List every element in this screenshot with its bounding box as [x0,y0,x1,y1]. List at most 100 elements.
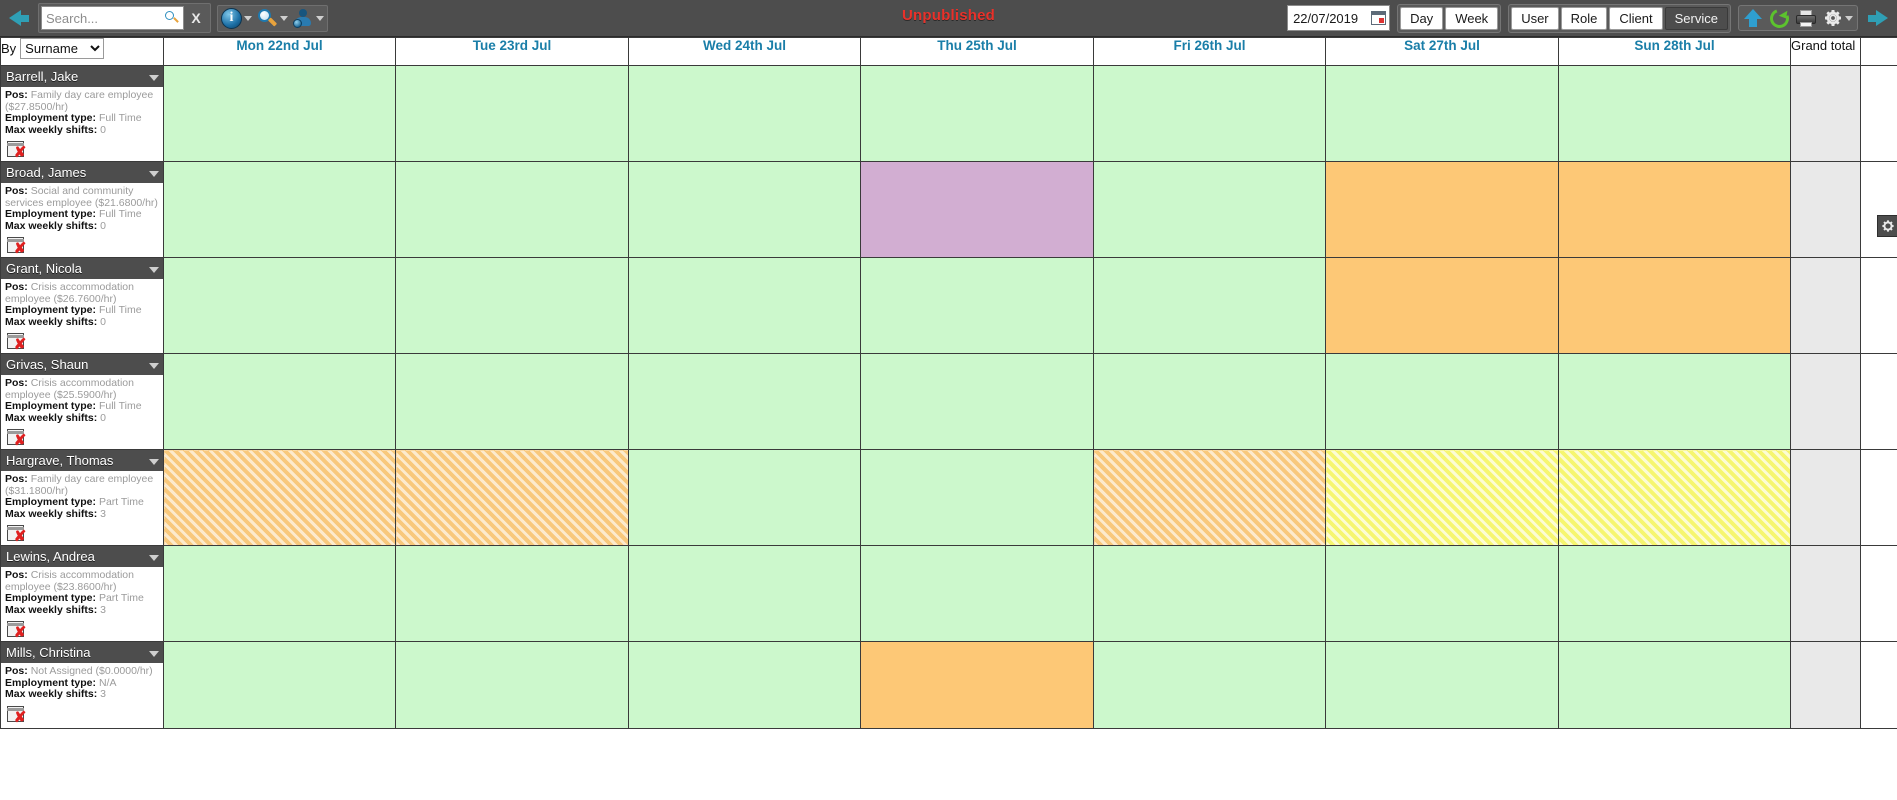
calendar-icon[interactable] [1371,11,1387,25]
no-availability-icon[interactable]: ✘ [7,524,27,544]
info-button[interactable]: i [219,7,254,29]
shift-cell[interactable] [395,65,629,162]
shift-cell[interactable] [860,257,1094,354]
employee-name[interactable]: Hargrave, Thomas [1,450,163,471]
shift-cell[interactable] [1325,449,1559,546]
shift-cell[interactable] [163,161,396,258]
date-field-wrap[interactable] [1287,5,1391,31]
no-availability-icon[interactable]: ✘ [7,236,27,256]
chevron-down-icon[interactable] [316,15,324,21]
user-search-button[interactable] [291,8,326,29]
chevron-down-icon[interactable] [149,171,159,177]
no-availability-icon[interactable]: ✘ [7,705,27,725]
forward-arrow-icon[interactable] [1865,4,1891,32]
shift-cell[interactable] [628,257,861,354]
shift-cell[interactable] [1325,545,1559,642]
shift-cell[interactable] [1093,641,1326,729]
chevron-down-icon[interactable] [1845,15,1853,21]
no-availability-icon[interactable]: ✘ [7,332,27,352]
shift-cell[interactable] [1325,641,1559,729]
day-header-wed[interactable]: Wed 24th Jul [628,37,861,66]
shift-cell[interactable] [395,449,629,546]
shift-cell[interactable] [860,65,1094,162]
shift-cell[interactable] [1325,65,1559,162]
day-header-sat[interactable]: Sat 27th Jul [1325,37,1559,66]
group-mode-client[interactable]: Client [1609,6,1663,30]
side-panel-toggle[interactable] [1877,215,1897,237]
shift-cell[interactable] [395,641,629,729]
shift-cell[interactable] [1325,257,1559,354]
employee-name[interactable]: Mills, Christina [1,642,163,663]
employee-name[interactable]: Grant, Nicola [1,258,163,279]
shift-cell[interactable] [1325,353,1559,450]
shift-cell[interactable] [628,449,861,546]
shift-cell[interactable] [395,257,629,354]
shift-cell[interactable] [163,65,396,162]
clear-search-button[interactable]: X [184,6,208,30]
shift-cell[interactable] [860,545,1094,642]
shift-cell[interactable] [1093,545,1326,642]
shift-cell[interactable] [860,353,1094,450]
date-input[interactable] [1291,9,1372,27]
shift-cell[interactable] [1558,161,1791,258]
shift-cell[interactable] [1093,65,1326,162]
print-icon[interactable] [1796,9,1816,27]
employee-name[interactable]: Broad, James [1,162,163,183]
shift-cell[interactable] [628,65,861,162]
employee-name[interactable]: Grivas, Shaun [1,354,163,375]
shift-cell[interactable] [1093,353,1326,450]
publish-up-icon[interactable] [1743,8,1763,28]
shift-cell[interactable] [1093,161,1326,258]
shift-cell[interactable] [1558,65,1791,162]
find-button[interactable] [255,8,290,29]
shift-cell[interactable] [860,449,1094,546]
no-availability-icon[interactable]: ✘ [7,140,27,160]
shift-cell[interactable] [163,641,396,729]
shift-cell[interactable] [395,545,629,642]
group-mode-user[interactable]: User [1511,6,1559,30]
view-mode-week[interactable]: Week [1445,6,1499,30]
day-header-sun[interactable]: Sun 28th Jul [1558,37,1791,66]
shift-cell[interactable] [1558,353,1791,450]
settings-gear-icon[interactable] [1823,8,1843,28]
back-arrow-icon[interactable] [6,4,32,32]
shift-cell[interactable] [395,353,629,450]
chevron-down-icon[interactable] [149,459,159,465]
view-mode-day[interactable]: Day [1400,6,1444,30]
day-header-mon[interactable]: Mon 22nd Jul [163,37,396,66]
group-mode-service[interactable]: Service [1664,6,1728,30]
no-availability-icon[interactable]: ✘ [7,620,27,640]
chevron-down-icon[interactable] [244,15,252,21]
chevron-down-icon[interactable] [149,363,159,369]
chevron-down-icon[interactable] [149,75,159,81]
shift-cell[interactable] [163,353,396,450]
day-header-thu[interactable]: Thu 25th Jul [860,37,1094,66]
chevron-down-icon[interactable] [149,267,159,273]
shift-cell[interactable] [1093,257,1326,354]
shift-cell[interactable] [1558,257,1791,354]
shift-cell[interactable] [860,641,1094,729]
shift-cell[interactable] [1558,449,1791,546]
shift-cell[interactable] [628,161,861,258]
shift-cell[interactable] [628,545,861,642]
chevron-down-icon[interactable] [149,555,159,561]
shift-cell[interactable] [163,449,396,546]
refresh-icon[interactable] [1766,5,1793,31]
search-input[interactable] [42,7,162,29]
employee-name[interactable]: Barrell, Jake [1,66,163,87]
day-header-fri[interactable]: Fri 26th Jul [1093,37,1326,66]
shift-cell[interactable] [628,641,861,729]
shift-cell[interactable] [395,161,629,258]
search-field-wrap[interactable] [41,6,184,30]
shift-cell[interactable] [163,545,396,642]
shift-cell[interactable] [1558,641,1791,729]
no-availability-icon[interactable]: ✘ [7,428,27,448]
shift-cell[interactable] [1558,545,1791,642]
shift-cell[interactable] [628,353,861,450]
shift-cell[interactable] [163,257,396,354]
shift-cell[interactable] [1325,161,1559,258]
shift-cell[interactable] [1093,449,1326,546]
chevron-down-icon[interactable] [149,651,159,657]
day-header-tue[interactable]: Tue 23rd Jul [395,37,629,66]
employee-name[interactable]: Lewins, Andrea [1,546,163,567]
